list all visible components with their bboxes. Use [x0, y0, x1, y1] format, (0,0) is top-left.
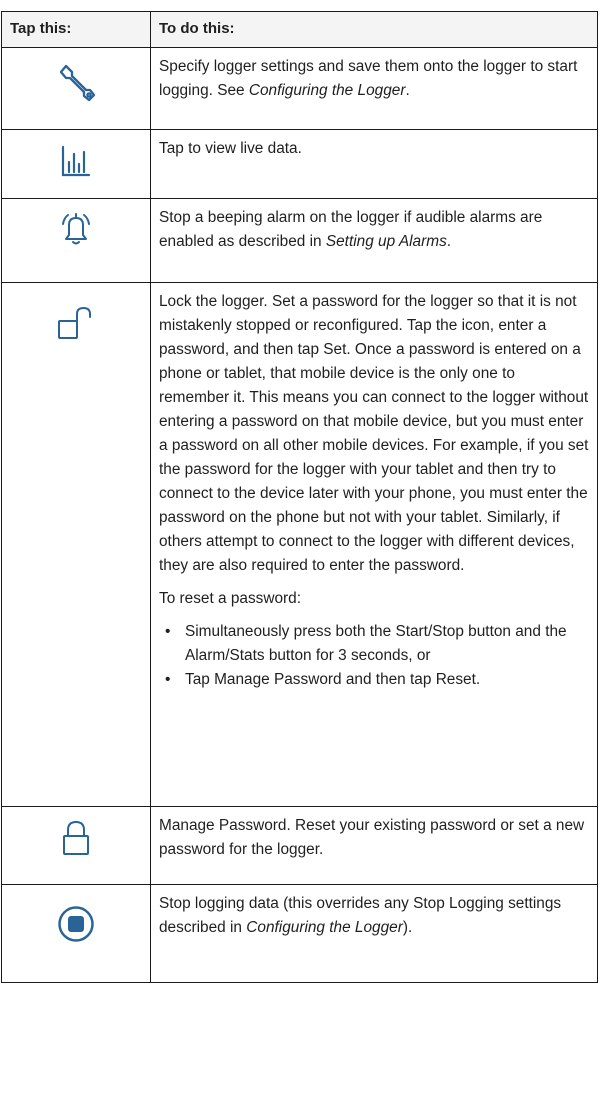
punctuation: .	[405, 82, 410, 99]
icon-cell	[2, 283, 151, 806]
locked-padlock-icon	[63, 821, 89, 855]
icon-cell	[2, 130, 151, 198]
bell-alarm-icon	[62, 213, 90, 245]
reference-link: Configuring the Logger	[248, 82, 406, 99]
table-header-row: Tap this: To do this:	[2, 12, 597, 47]
unlocked-padlock-icon	[58, 307, 91, 339]
header-tap-this: Tap this:	[2, 12, 151, 47]
table-row: Tap to view live data.	[2, 129, 597, 198]
icon-cell	[2, 807, 151, 884]
description-text: Manage Password. Reset your existing pas…	[159, 817, 585, 858]
punctuation: ).	[402, 919, 413, 936]
table-row: Specify logger settings and save them on…	[2, 47, 597, 129]
bar-chart-icon	[61, 145, 91, 177]
list-item: Simultaneously press both the Start/Stop…	[165, 620, 589, 668]
reference-link: Configuring the Logger	[246, 919, 403, 936]
reset-intro: To reset a password:	[159, 590, 302, 607]
description-cell: Specify logger settings and save them on…	[151, 48, 597, 129]
description-cell: Stop logging data (this overrides any St…	[151, 885, 597, 982]
header-to-do-this: To do this:	[159, 20, 235, 37]
wrench-icon	[59, 64, 96, 102]
icon-cell	[2, 199, 151, 282]
icon-cell	[2, 48, 151, 129]
description-cell: Tap to view live data.	[151, 130, 597, 198]
description-cell: Manage Password. Reset your existing pas…	[151, 807, 597, 884]
lock-description: Lock the logger. Set a password for the …	[159, 293, 589, 574]
reference-link: Setting up Alarms	[325, 233, 447, 250]
icon-cell	[2, 885, 151, 982]
list-item: Tap Manage Password and then tap Reset.	[165, 668, 589, 692]
stop-circle-icon	[58, 906, 94, 942]
punctuation: .	[446, 233, 452, 250]
description-cell: Lock the logger. Set a password for the …	[151, 283, 597, 806]
reset-steps-list: Simultaneously press both the Start/Stop…	[159, 620, 589, 692]
table-row: Stop logging data (this overrides any St…	[2, 884, 597, 982]
table-row: Stop a beeping alarm on the logger if au…	[2, 198, 597, 282]
description-cell: Stop a beeping alarm on the logger if au…	[151, 199, 597, 282]
table-row: Lock the logger. Set a password for the …	[2, 282, 597, 806]
description-text: Tap to view live data.	[159, 140, 302, 157]
table-row: Manage Password. Reset your existing pas…	[2, 806, 597, 884]
icon-reference-table: Tap this: To do this: Specify logger set…	[1, 11, 598, 983]
